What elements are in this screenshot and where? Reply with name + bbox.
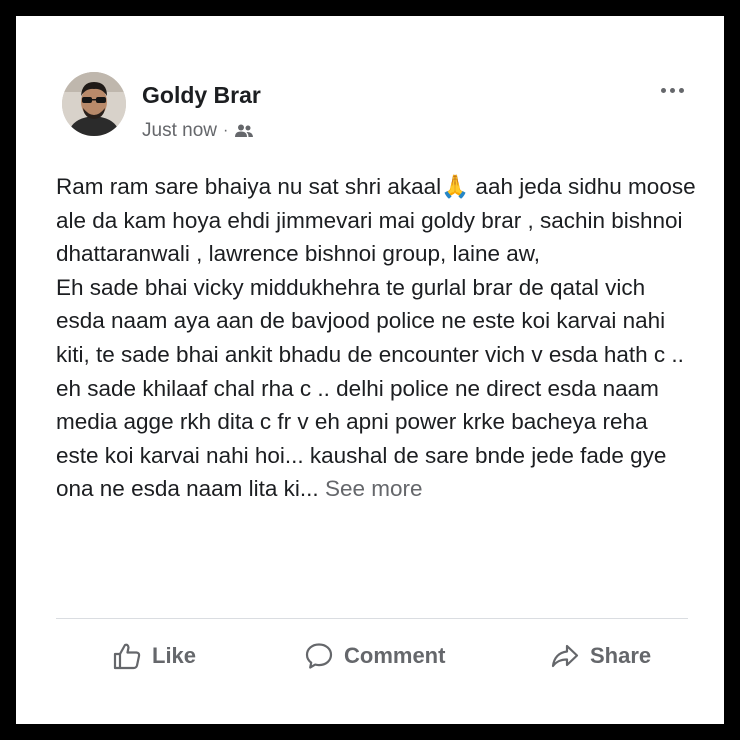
comment-label: Comment: [344, 643, 446, 668]
share-icon: [550, 641, 580, 671]
profile-photo: [62, 72, 126, 136]
post-meta: Just now ·: [142, 120, 254, 142]
author-name[interactable]: Goldy Brar: [142, 82, 261, 109]
like-button[interactable]: Like: [112, 634, 196, 678]
comment-button[interactable]: Comment: [304, 634, 445, 678]
post-body: Ram ram sare bhaiya nu sat shri akaal🙏 a…: [56, 174, 696, 502]
post-actions-bar: Like Comment Share: [56, 634, 688, 678]
post-timestamp[interactable]: Just now: [142, 120, 217, 142]
more-options-icon[interactable]: [652, 80, 692, 100]
avatar[interactable]: [62, 72, 126, 136]
share-button[interactable]: Share: [550, 634, 651, 678]
screenshot-frame: Goldy Brar Just now · Ram ram sare bhaiy…: [16, 16, 724, 724]
like-label: Like: [152, 643, 197, 668]
friends-icon[interactable]: [234, 123, 254, 139]
share-label: Share: [590, 643, 652, 668]
facebook-post: Goldy Brar Just now · Ram ram sare bhaiy…: [16, 16, 724, 724]
comment-icon: [304, 641, 334, 671]
see-more-link[interactable]: See more: [325, 476, 423, 501]
post-text: Ram ram sare bhaiya nu sat shri akaal🙏 a…: [56, 170, 696, 506]
actions-divider: [56, 618, 688, 619]
meta-separator: ·: [222, 122, 229, 139]
thumbs-up-icon: [112, 641, 142, 671]
